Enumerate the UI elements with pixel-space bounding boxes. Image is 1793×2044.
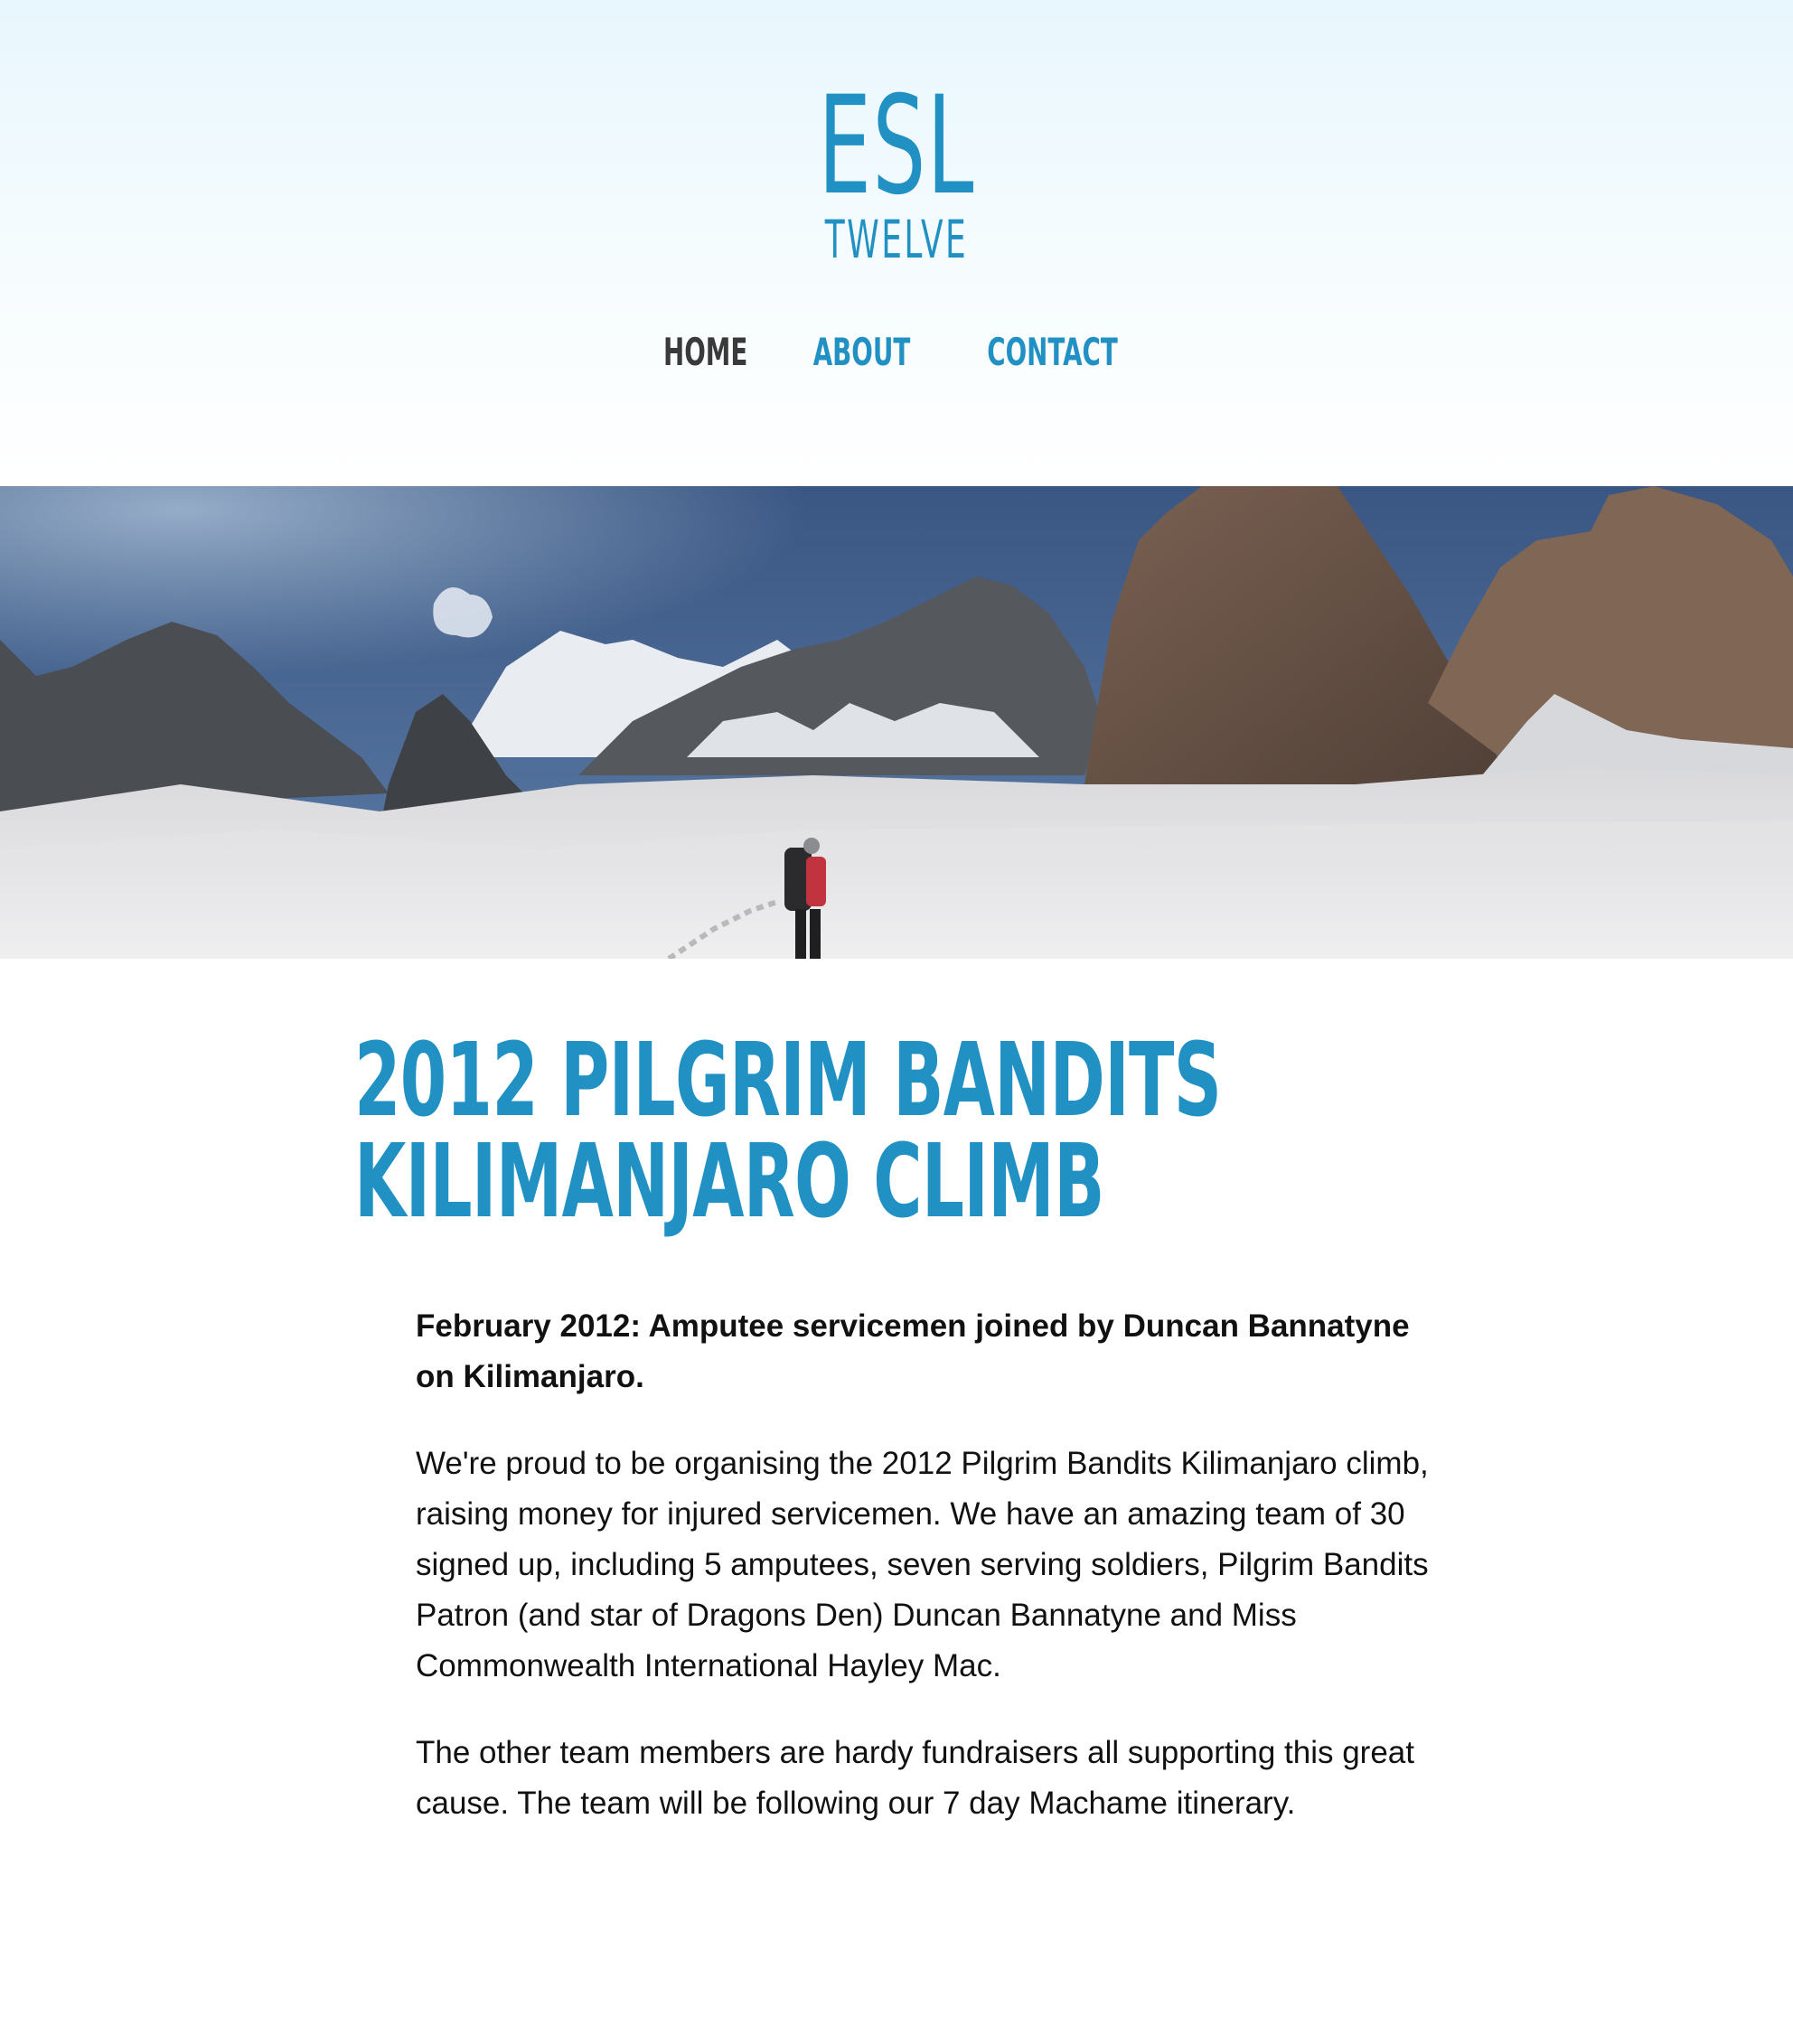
article-lead: February 2012: Amputee servicemen joined… bbox=[416, 1308, 1410, 1394]
article-paragraph-2: The other team members are hardy fundrai… bbox=[416, 1735, 1414, 1821]
article-paragraph-1: We're proud to be organising the 2012 Pi… bbox=[416, 1446, 1429, 1683]
nav-item-contact[interactable]: CONTACT bbox=[987, 327, 1118, 378]
article-title-line-2: KILIMANJARO CLIMB bbox=[354, 1123, 1104, 1241]
logo-sub-text: TWELVE bbox=[824, 209, 969, 270]
mountain-panorama-image bbox=[0, 486, 1793, 959]
article-title-line-1: 2012 PILGRIM BANDITS bbox=[354, 1022, 1222, 1139]
nav-item-home[interactable]: HOME bbox=[663, 327, 747, 378]
hero-image bbox=[0, 486, 1793, 959]
main-nav: HOME ABOUT CONTACT bbox=[0, 327, 1793, 378]
article: 2012 PILGRIM BANDITS KILIMANJARO CLIMB F… bbox=[354, 1030, 1439, 1821]
nav-item-about[interactable]: ABOUT bbox=[812, 327, 910, 378]
site-header: ESL TWELVE HOME ABOUT CONTACT bbox=[0, 0, 1793, 486]
logo-main-text: ESL bbox=[818, 68, 975, 225]
article-body: February 2012: Amputee servicemen joined… bbox=[416, 1301, 1446, 1865]
article-title: 2012 PILGRIM BANDITS KILIMANJARO CLIMB bbox=[354, 1030, 1222, 1233]
site-logo[interactable]: ESL TWELVE bbox=[0, 68, 1793, 270]
